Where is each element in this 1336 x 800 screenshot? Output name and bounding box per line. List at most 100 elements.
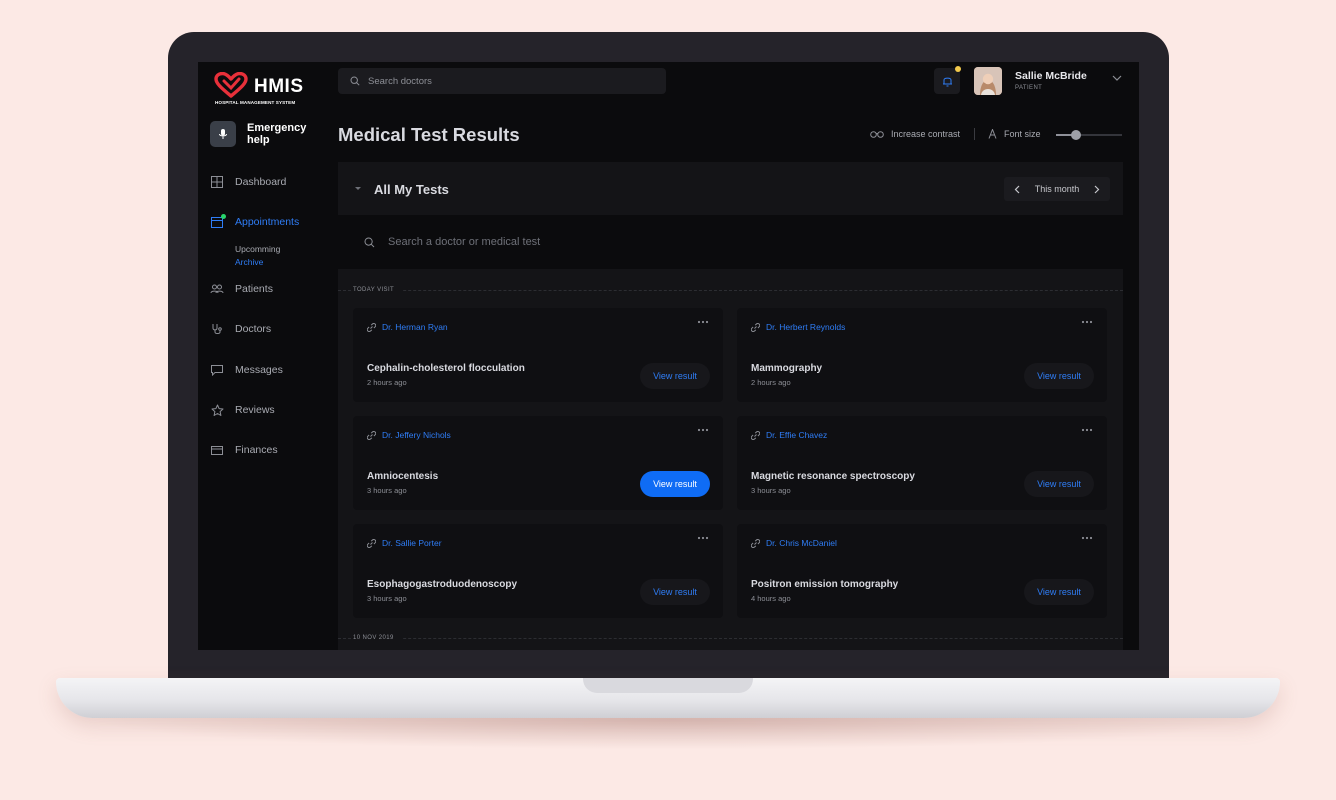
view-result-button[interactable]: View result <box>640 579 710 605</box>
notifications-button[interactable] <box>934 66 961 94</box>
stethoscope-icon <box>210 322 224 336</box>
view-result-button[interactable]: View result <box>1024 363 1094 389</box>
doctor-link[interactable]: Dr. Chris McDaniel <box>751 538 837 548</box>
emergency-help-button[interactable] <box>210 121 236 147</box>
view-result-button[interactable]: View result <box>640 363 710 389</box>
doctor-search-input[interactable] <box>368 75 648 87</box>
test-name: Magnetic resonance spectroscopy <box>751 471 915 482</box>
view-result-button[interactable]: View result <box>1024 579 1094 605</box>
sidebar-item-dashboard[interactable]: Dashboard <box>210 173 330 191</box>
search-icon <box>364 237 375 247</box>
test-name: Cephalin-cholesterol flocculation <box>367 363 525 374</box>
caret-down-icon[interactable] <box>354 186 362 191</box>
doctor-link[interactable]: Dr. Effie Chavez <box>751 430 827 440</box>
laptop-screen: HMIS HOSPITAL MANAGEMENT SYSTEM Emergenc… <box>198 62 1139 650</box>
sidebar: HMIS HOSPITAL MANAGEMENT SYSTEM Emergenc… <box>198 62 338 650</box>
view-result-button[interactable]: View result <box>640 471 710 497</box>
search-icon <box>350 76 360 86</box>
doctor-link[interactable]: Dr. Sallie Porter <box>367 538 442 548</box>
avatar[interactable] <box>974 67 1002 95</box>
sidebar-item-messages[interactable]: Messages <box>210 361 330 379</box>
chevron-right-icon[interactable] <box>1094 185 1100 194</box>
doctor-name: Dr. Herman Ryan <box>382 322 448 332</box>
chevron-left-icon[interactable] <box>1014 185 1020 194</box>
link-icon <box>751 430 760 440</box>
link-icon <box>751 322 760 332</box>
test-name: Amniocentesis <box>367 471 439 482</box>
page-title: Medical Test Results <box>338 124 520 145</box>
doctor-name: Dr. Herbert Reynolds <box>766 322 846 332</box>
sidebar-item-finances[interactable]: Finances <box>210 441 330 459</box>
doctor-name: Dr. Sallie Porter <box>382 538 442 548</box>
sidebar-item-label: Appointments <box>235 216 300 228</box>
sidebar-item-reviews[interactable]: Reviews <box>210 401 330 419</box>
font-size-slider[interactable] <box>1056 130 1122 140</box>
increase-contrast-toggle[interactable]: Increase contrast <box>870 129 960 139</box>
brand-logo[interactable]: HMIS HOSPITAL MANAGEMENT SYSTEM <box>214 72 324 112</box>
tests-panel: All My Tests This month TODAY VISIT Dr. … <box>338 162 1123 650</box>
sidebar-item-label: Dashboard <box>235 176 287 188</box>
header-divider <box>974 128 975 140</box>
link-icon <box>367 538 376 548</box>
doctor-name: Dr. Jeffery Nichols <box>382 430 451 440</box>
more-options-icon[interactable] <box>1081 320 1093 324</box>
test-result-card: Dr. Herman Ryan Cephalin-cholesterol flo… <box>353 308 723 402</box>
calendar-icon <box>210 214 226 229</box>
test-time: 3 hours ago <box>367 486 407 495</box>
view-result-button[interactable]: View result <box>1024 471 1094 497</box>
doctor-search[interactable] <box>338 68 666 94</box>
month-navigator: This month <box>1004 177 1110 201</box>
sidebar-item-label: Messages <box>235 364 283 376</box>
emergency-help-label: Emergency help <box>247 122 307 146</box>
wallet-icon <box>210 443 224 457</box>
test-result-card: Dr. Herbert Reynolds Mammography 2 hours… <box>737 308 1107 402</box>
chevron-down-icon[interactable] <box>1112 75 1122 81</box>
doctor-link[interactable]: Dr. Herman Ryan <box>367 322 448 332</box>
increase-contrast-label: Increase contrast <box>891 129 961 139</box>
star-icon <box>210 403 224 417</box>
test-time: 2 hours ago <box>751 378 791 387</box>
notification-dot <box>955 66 961 72</box>
test-result-card: Dr. Jeffery Nichols Amniocentesis 3 hour… <box>353 416 723 510</box>
online-dot <box>221 214 226 219</box>
more-options-icon[interactable] <box>697 536 709 540</box>
test-result-card: Dr. Effie Chavez Magnetic resonance spec… <box>737 416 1107 510</box>
laptop-notch <box>583 678 753 693</box>
more-options-icon[interactable] <box>1081 536 1093 540</box>
sidebar-item-appointments[interactable]: Appointments <box>210 213 330 231</box>
sidebar-item-label: Finances <box>235 444 278 456</box>
sidebar-subitem-archive[interactable]: Archive <box>235 257 263 267</box>
tests-panel-header: All My Tests This month <box>338 162 1123 214</box>
test-search-input[interactable] <box>388 236 988 248</box>
main-content: Sallie McBride PATIENT Medical Test Resu… <box>338 62 1139 650</box>
more-options-icon[interactable] <box>1081 428 1093 432</box>
doctor-link[interactable]: Dr. Herbert Reynolds <box>751 322 845 332</box>
more-options-icon[interactable] <box>697 428 709 432</box>
grid-icon <box>210 175 224 189</box>
sidebar-item-label: Doctors <box>235 323 272 335</box>
avatar-image <box>974 67 1002 95</box>
heart-logo-icon <box>214 72 248 98</box>
user-role: PATIENT <box>1015 85 1043 91</box>
more-options-icon[interactable] <box>697 320 709 324</box>
test-search[interactable] <box>338 215 1123 269</box>
tests-panel-title[interactable]: All My Tests <box>374 182 449 197</box>
section-divider <box>338 638 1123 639</box>
bell-icon <box>942 77 952 87</box>
users-icon <box>210 282 224 296</box>
emergency-help[interactable]: Emergency help <box>210 120 330 150</box>
test-name: Positron emission tomography <box>751 579 899 590</box>
sidebar-item-patients[interactable]: Patients <box>210 280 330 298</box>
sidebar-subitem-upcomming[interactable]: Upcomming <box>235 244 280 254</box>
test-time: 4 hours ago <box>751 594 791 603</box>
test-time: 2 hours ago <box>367 378 407 387</box>
sidebar-item-label: Patients <box>235 283 273 295</box>
test-time: 3 hours ago <box>751 486 791 495</box>
test-name: Mammography <box>751 363 823 374</box>
doctor-link[interactable]: Dr. Jeffery Nichols <box>367 430 451 440</box>
font-size-slider-thumb[interactable] <box>1070 130 1081 140</box>
test-time: 3 hours ago <box>367 594 407 603</box>
brand-name: HMIS <box>254 76 304 97</box>
link-icon <box>367 430 376 440</box>
sidebar-item-doctors[interactable]: Doctors <box>210 320 330 338</box>
